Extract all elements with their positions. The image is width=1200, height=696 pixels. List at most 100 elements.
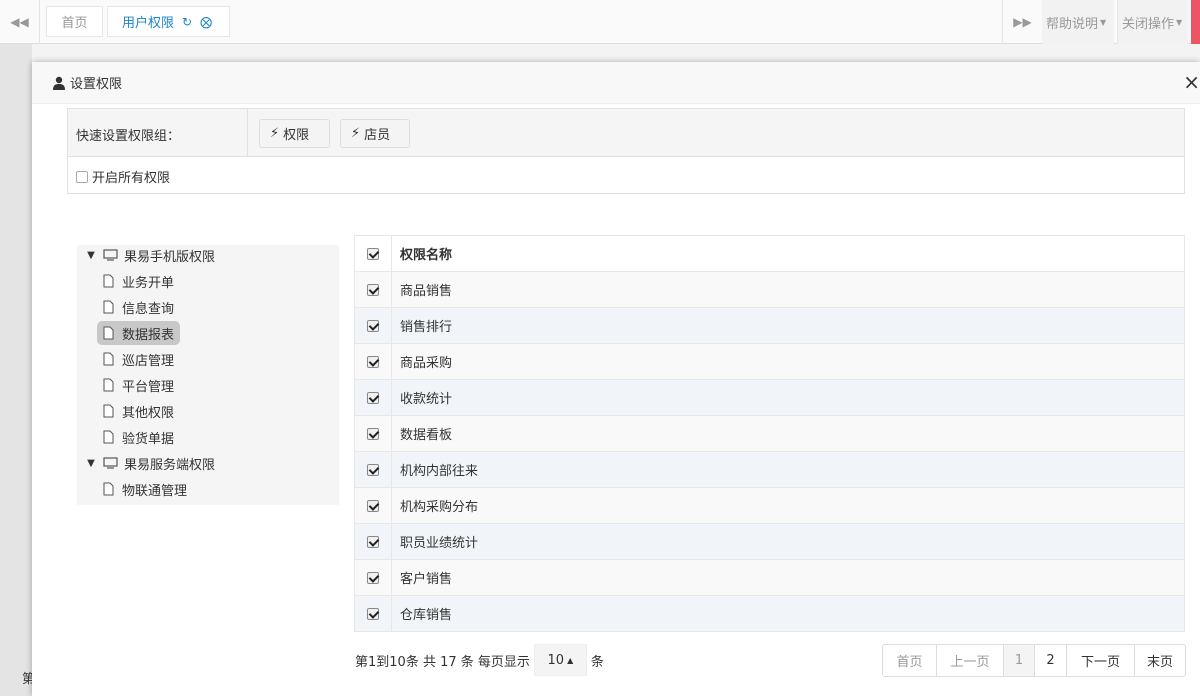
close-operations-menu-button[interactable]: 关闭操作 ▼: [1117, 0, 1188, 44]
tab-label: 用户权限: [122, 16, 175, 31]
first-page-button[interactable]: 首页: [883, 645, 937, 676]
expand-triangle-icon[interactable]: ▼: [85, 458, 97, 469]
row-checkbox[interactable]: [367, 355, 379, 368]
quick-group-form: 快速设置权限组： ⚡︎ 权限 ⚡︎ 店员 开启所有权限: [67, 108, 1185, 194]
pagination-info-suffix: 条: [590, 654, 604, 670]
refresh-icon[interactable]: ↻: [182, 15, 192, 29]
page-1-button[interactable]: 1: [1004, 645, 1035, 676]
tree-item[interactable]: 信息查询: [97, 295, 180, 319]
tree-item-label: 其他权限: [122, 405, 175, 421]
page-size-value: 10: [547, 652, 565, 668]
permission-name-cell: 客户销售: [391, 559, 1185, 596]
row-checkbox[interactable]: [367, 319, 379, 332]
tree-item[interactable]: 验货单据: [97, 425, 180, 449]
scroll-tabs-left-button[interactable]: ◀◀: [0, 0, 40, 44]
tree-item[interactable]: 物联通管理: [97, 477, 193, 501]
row-checkbox[interactable]: [367, 391, 379, 404]
row-checkbox-cell: [354, 595, 392, 632]
file-icon: [103, 482, 114, 496]
row-checkbox-cell: [354, 487, 392, 524]
close-circle-icon[interactable]: ⨂: [200, 15, 212, 29]
file-icon: [103, 326, 114, 340]
row-checkbox[interactable]: [367, 571, 379, 584]
table-row[interactable]: 机构采购分布: [354, 487, 1185, 524]
user-icon: [53, 76, 65, 90]
row-checkbox-cell: [354, 379, 392, 416]
enable-all-checkbox[interactable]: [76, 170, 88, 183]
column-header-permission-name: 权限名称: [391, 235, 1185, 272]
row-checkbox-cell: [354, 415, 392, 452]
tree-item[interactable]: 其他权限: [97, 399, 180, 423]
next-page-button[interactable]: 下一页: [1067, 645, 1135, 676]
tree-item[interactable]: 巡店管理: [97, 347, 180, 371]
dialog-close-button[interactable]: ×: [1183, 72, 1200, 92]
double-right-arrow-icon: ▶▶: [1013, 15, 1032, 29]
table-row[interactable]: 职员业绩统计: [354, 523, 1185, 560]
double-left-arrow-icon: ◀◀: [10, 15, 29, 29]
row-checkbox-cell: [354, 523, 392, 560]
row-checkbox[interactable]: [367, 607, 379, 620]
background-page: [0, 44, 32, 696]
help-menu-label: 帮助说明: [1046, 16, 1099, 32]
help-menu-button[interactable]: 帮助说明 ▼: [1042, 0, 1114, 44]
tree-group-mobile[interactable]: ▼ 果易手机版权限: [85, 243, 215, 267]
permission-name-cell: 仓库销售: [391, 595, 1185, 632]
tree-item[interactable]: 平台管理: [97, 373, 180, 397]
tab-home[interactable]: 首页: [46, 6, 103, 37]
row-checkbox-cell: [354, 343, 392, 380]
tree-group-label: 果易服务端权限: [124, 457, 216, 473]
button-label: 店员: [364, 128, 391, 143]
page-2-button[interactable]: 2: [1035, 645, 1067, 676]
permission-tree: ▼ 果易手机版权限 业务开单 信息查询 数据报表 巡店管理 平台管理 其他权限: [77, 245, 339, 505]
enable-all-label[interactable]: 开启所有权限: [92, 167, 170, 186]
pagination-info-text: 第1到10条 共 17 条 每页显示: [355, 654, 530, 670]
tree-item-label: 信息查询: [122, 301, 175, 317]
row-checkbox[interactable]: [367, 427, 379, 440]
quick-group-permission-button[interactable]: ⚡︎ 权限: [259, 119, 330, 148]
button-label: 权限: [283, 128, 310, 143]
table-row[interactable]: 机构内部往来: [354, 451, 1185, 488]
row-checkbox[interactable]: [367, 283, 379, 296]
quick-group-clerk-button[interactable]: ⚡︎ 店员: [340, 119, 410, 148]
table-row[interactable]: 商品采购: [354, 343, 1185, 380]
logout-button[interactable]: [1191, 0, 1200, 44]
table-row[interactable]: 销售排行: [354, 307, 1185, 344]
select-all-checkbox[interactable]: [367, 247, 379, 260]
table-row[interactable]: 仓库销售: [354, 595, 1185, 632]
table-row[interactable]: 数据看板: [354, 415, 1185, 452]
expand-triangle-icon[interactable]: ▼: [85, 250, 97, 261]
permission-name-cell: 机构内部往来: [391, 451, 1185, 488]
tree-item-label: 平台管理: [122, 379, 175, 395]
row-checkbox[interactable]: [367, 535, 379, 548]
row-checkbox-cell: [354, 307, 392, 344]
permission-name-cell: 数据看板: [391, 415, 1185, 452]
row-checkbox[interactable]: [367, 499, 379, 512]
tree-group-server[interactable]: ▼ 果易服务端权限: [85, 451, 215, 475]
tree-item-selected[interactable]: 数据报表: [97, 321, 181, 345]
scroll-tabs-right-button[interactable]: ▶▶: [1002, 0, 1042, 44]
file-icon: [103, 430, 114, 444]
last-page-button[interactable]: 末页: [1135, 645, 1185, 676]
page-size-dropdown[interactable]: 10 ▲: [533, 644, 587, 676]
tab-user-permissions[interactable]: 用户权限 ↻ ⨂: [107, 6, 230, 37]
caret-down-icon: ▼: [1100, 17, 1107, 27]
row-checkbox[interactable]: [367, 463, 379, 476]
permission-name-cell: 收款统计: [391, 379, 1185, 416]
computer-icon: [103, 249, 118, 261]
caret-down-icon: ▼: [1176, 17, 1183, 27]
pagination-info: 第1到10条 共 17 条 每页显示 10 ▲ 条: [355, 644, 604, 676]
top-tab-bar: ◀◀ 首页 用户权限 ↻ ⨂ ▶▶ 帮助说明 ▼ 关闭操作 ▼: [0, 0, 1200, 44]
tree-group-label: 果易手机版权限: [124, 249, 216, 265]
tree-item-label: 物联通管理: [122, 483, 188, 499]
select-all-cell: [354, 235, 392, 272]
table-row[interactable]: 收款统计: [354, 379, 1185, 416]
tree-item-label: 验货单据: [122, 431, 175, 447]
row-checkbox-cell: [354, 559, 392, 596]
table-row[interactable]: 客户销售: [354, 559, 1185, 596]
file-icon: [103, 352, 114, 366]
tree-item[interactable]: 业务开单: [97, 269, 180, 293]
computer-icon: [103, 457, 118, 469]
prev-page-button[interactable]: 上一页: [937, 645, 1004, 676]
table-row[interactable]: 商品销售: [354, 271, 1185, 308]
permission-name-cell: 机构采购分布: [391, 487, 1185, 524]
